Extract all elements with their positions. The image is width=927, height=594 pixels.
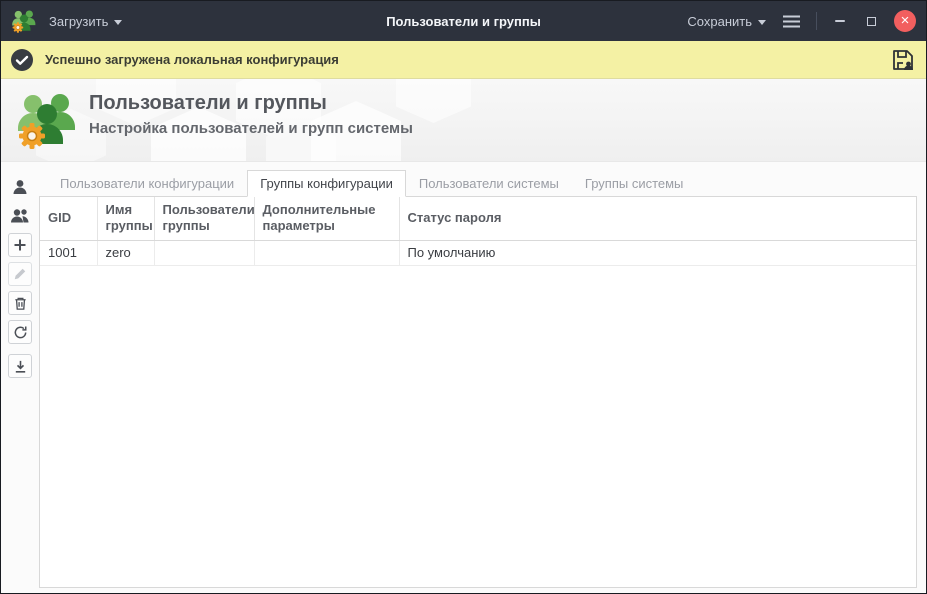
check-circle-icon [11, 49, 33, 71]
groups-panel: GID Имя группы Пользователи группы Допол… [39, 196, 917, 588]
load-button[interactable]: Загрузить [49, 14, 122, 29]
tab-system-groups[interactable]: Группы системы [572, 170, 697, 197]
cell-gid: 1001 [40, 240, 97, 265]
caret-down-icon [758, 20, 766, 25]
app-icon [11, 8, 37, 34]
notification-bar: Успешно загружена локальная конфигурация [1, 41, 926, 79]
cell-extra-params [254, 240, 399, 265]
restore-icon [867, 17, 876, 26]
column-header-password-status[interactable]: Статус пароля [399, 197, 916, 240]
edit-button[interactable] [8, 262, 32, 286]
pencil-icon [13, 267, 27, 281]
app-logo [15, 88, 79, 152]
trash-icon [13, 296, 28, 311]
group-icon [10, 207, 30, 225]
column-header-extra-params[interactable]: Дополнительные параметры [254, 197, 399, 240]
content-area: Пользователи конфигурации Группы конфигу… [39, 170, 917, 588]
cell-password-status: По умолчанию [399, 240, 916, 265]
delete-button[interactable] [8, 291, 32, 315]
table-header-row: GID Имя группы Пользователи группы Допол… [40, 197, 916, 240]
window-title: Пользователи и группы [386, 14, 541, 29]
main-area: Пользователи конфигурации Группы конфигу… [1, 162, 926, 593]
user-icon [11, 178, 29, 196]
plus-icon [13, 238, 27, 252]
notification-message: Успешно загружена локальная конфигурация [45, 52, 339, 67]
sidebar-user-button[interactable] [8, 175, 32, 199]
refresh-icon [13, 325, 28, 340]
tab-config-groups[interactable]: Группы конфигурации [247, 170, 406, 197]
tab-config-users[interactable]: Пользователи конфигурации [47, 170, 247, 197]
banner-text: Пользователи и группы Настройка пользова… [89, 92, 413, 137]
tab-system-users[interactable]: Пользователи системы [406, 170, 572, 197]
app-window: Загрузить Пользователи и группы Сохранит… [0, 0, 927, 594]
sidebar-group-button[interactable] [8, 204, 32, 228]
side-toolbar [1, 162, 39, 593]
close-button[interactable]: × [894, 10, 916, 32]
column-header-group-users[interactable]: Пользователи группы [154, 197, 254, 240]
page-title: Пользователи и группы [89, 92, 413, 115]
titlebar-right: Сохранить × [687, 9, 916, 33]
groups-table: GID Имя группы Пользователи группы Допол… [40, 197, 916, 266]
import-icon [13, 359, 28, 374]
header-banner: Пользователи и группы Настройка пользова… [1, 79, 926, 162]
minimize-button[interactable] [832, 9, 848, 33]
page-subtitle: Настройка пользователей и групп системы [89, 120, 413, 137]
tab-bar: Пользователи конфигурации Группы конфигу… [47, 170, 917, 197]
titlebar: Загрузить Пользователи и группы Сохранит… [1, 1, 926, 41]
save-config-button[interactable] [890, 47, 916, 73]
cell-group-users [154, 240, 254, 265]
column-header-gid[interactable]: GID [40, 197, 97, 240]
refresh-button[interactable] [8, 320, 32, 344]
minimize-icon [835, 20, 845, 22]
close-icon: × [901, 13, 910, 28]
cell-group-name: zero [97, 240, 154, 265]
add-button[interactable] [8, 233, 32, 257]
load-button-label: Загрузить [49, 14, 108, 29]
column-header-group-name[interactable]: Имя группы [97, 197, 154, 240]
table-row[interactable]: 1001 zero По умолчанию [40, 240, 916, 265]
save-button-label: Сохранить [687, 14, 752, 29]
save-config-icon [890, 47, 916, 73]
restore-button[interactable] [863, 9, 879, 33]
titlebar-separator [816, 12, 817, 30]
import-button[interactable] [8, 354, 32, 378]
hamburger-icon [783, 15, 800, 28]
caret-down-icon [114, 20, 122, 25]
save-button[interactable]: Сохранить [687, 14, 766, 29]
menu-button[interactable] [781, 9, 801, 33]
